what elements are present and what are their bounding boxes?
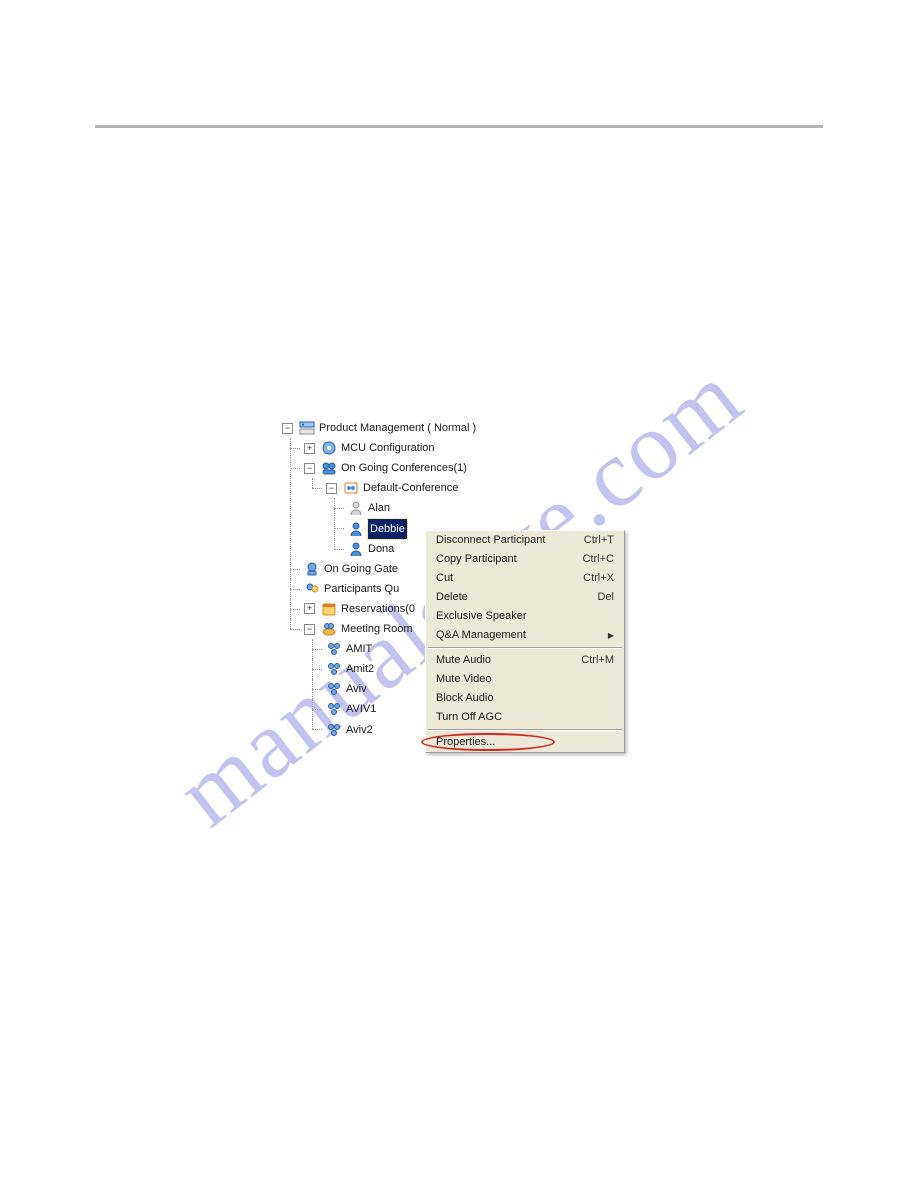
menu-properties[interactable]: Properties... (426, 733, 624, 752)
menu-disconnect-participant[interactable]: Disconnect ParticipantCtrl+T (426, 531, 624, 550)
person-blue-icon (348, 541, 364, 557)
submenu-arrow-icon: ▶ (608, 628, 614, 643)
calendar-icon (321, 601, 337, 617)
gear-icon (321, 440, 337, 456)
server-icon (299, 420, 315, 436)
ongoing-label[interactable]: On Going Conferences(1) (341, 458, 467, 478)
expander-conf[interactable]: − (326, 483, 337, 494)
group-icon (326, 661, 342, 677)
menu-mute-audio[interactable]: Mute AudioCtrl+M (426, 651, 624, 670)
mr-aviv2[interactable]: Aviv2 (346, 720, 373, 740)
menu-qa-management[interactable]: Q&A Management▶ (426, 626, 624, 645)
person-blue-icon (348, 521, 364, 537)
participant-alan[interactable]: Alan (368, 498, 390, 518)
menu-mute-video[interactable]: Mute Video (426, 670, 624, 689)
expander-reservations[interactable]: + (304, 603, 315, 614)
menu-separator (428, 729, 622, 731)
meeting-label[interactable]: Meeting Room (341, 619, 413, 639)
menu-separator (428, 647, 622, 649)
gateway-icon (304, 561, 320, 577)
gateway-label[interactable]: On Going Gate (324, 559, 398, 579)
root-label: Product Management ( Normal ) (319, 418, 476, 438)
group-icon (326, 681, 342, 697)
mr-aviv[interactable]: Aviv (346, 679, 367, 699)
context-menu: Disconnect ParticipantCtrl+T Copy Partic… (425, 530, 625, 753)
conference-icon (321, 460, 337, 476)
mcu-label[interactable]: MCU Configuration (341, 438, 435, 458)
menu-cut[interactable]: CutCtrl+X (426, 569, 624, 588)
participant-debbie[interactable]: Debbie (368, 519, 407, 539)
person-gray-icon (348, 500, 364, 516)
menu-block-audio[interactable]: Block Audio (426, 689, 624, 708)
conference-node-icon (343, 480, 359, 496)
group-icon (326, 701, 342, 717)
participant-dona[interactable]: Dona (368, 539, 394, 559)
pqueue-label[interactable]: Participants Qu (324, 579, 399, 599)
meeting-room-icon (321, 621, 337, 637)
menu-delete[interactable]: DeleteDel (426, 588, 624, 607)
expander-mcu[interactable]: + (304, 443, 315, 454)
menu-copy-participant[interactable]: Copy ParticipantCtrl+C (426, 550, 624, 569)
reservations-label[interactable]: Reservations(0 (341, 599, 415, 619)
group-icon (326, 641, 342, 657)
page-divider (95, 125, 823, 128)
mr-amit[interactable]: AMIT (346, 639, 372, 659)
mr-amit2[interactable]: Amit2 (346, 659, 374, 679)
expander-root[interactable]: − (282, 423, 293, 434)
mr-aviv1[interactable]: AVIV1 (346, 699, 376, 719)
conf-label[interactable]: Default-Conference (363, 478, 458, 498)
expander-ongoing[interactable]: − (304, 463, 315, 474)
expander-meeting[interactable]: − (304, 624, 315, 635)
menu-turn-off-agc[interactable]: Turn Off AGC (426, 708, 624, 727)
participants-queue-icon (304, 581, 320, 597)
menu-exclusive-speaker[interactable]: Exclusive Speaker (426, 607, 624, 626)
group-icon (326, 722, 342, 738)
